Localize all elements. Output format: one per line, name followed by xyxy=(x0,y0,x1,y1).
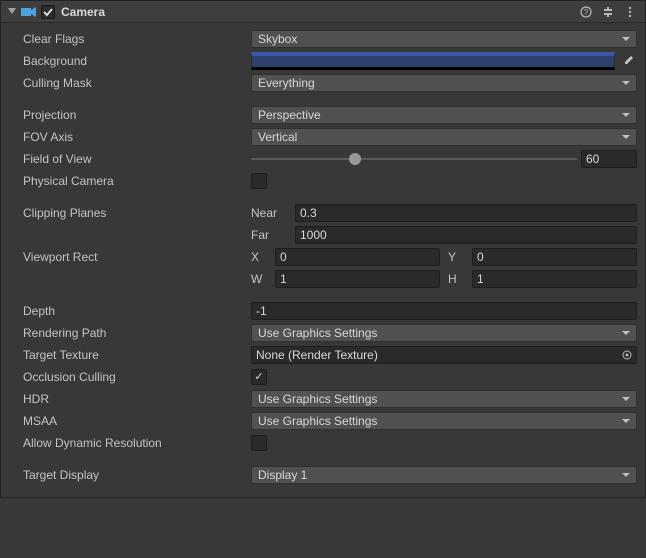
eyedropper-icon[interactable] xyxy=(619,52,637,70)
near-field[interactable]: 0.3 xyxy=(295,204,637,222)
viewport-h-label: H xyxy=(448,272,468,286)
clear-flags-dropdown[interactable]: Skybox xyxy=(251,30,637,48)
target-display-dropdown[interactable]: Display 1 xyxy=(251,466,637,484)
viewport-w-label: W xyxy=(251,272,271,286)
viewport-h-field[interactable]: 1 xyxy=(472,270,637,288)
viewport-x-field[interactable]: 0 xyxy=(275,248,440,266)
allow-dyn-res-checkbox[interactable] xyxy=(251,435,267,451)
fov-axis-dropdown[interactable]: Vertical xyxy=(251,128,637,146)
msaa-dropdown[interactable]: Use Graphics Settings xyxy=(251,412,637,430)
clear-flags-label: Clear Flags xyxy=(21,32,251,46)
target-texture-field[interactable]: None (Render Texture) xyxy=(251,346,637,364)
allow-dyn-res-label: Allow Dynamic Resolution xyxy=(21,436,251,450)
component-header: Camera ? xyxy=(1,1,645,23)
culling-mask-dropdown[interactable]: Everything xyxy=(251,74,637,92)
rendering-path-label: Rendering Path xyxy=(21,326,251,340)
occlusion-culling-checkbox[interactable] xyxy=(251,369,267,385)
component-title: Camera xyxy=(61,5,105,19)
fov-axis-label: FOV Axis xyxy=(21,130,251,144)
projection-dropdown[interactable]: Perspective xyxy=(251,106,637,124)
depth-field[interactable]: -1 xyxy=(251,302,637,320)
hdr-dropdown[interactable]: Use Graphics Settings xyxy=(251,390,637,408)
far-field[interactable]: 1000 xyxy=(295,226,637,244)
foldout-toggle[interactable] xyxy=(7,7,17,17)
physical-camera-checkbox[interactable] xyxy=(251,173,267,189)
camera-component-panel: Camera ? Clear Flags Skybox Background xyxy=(0,0,646,498)
fov-value-field[interactable]: 60 xyxy=(581,150,637,168)
background-color-field[interactable] xyxy=(251,52,615,70)
fov-label: Field of View xyxy=(21,152,251,166)
viewport-y-field[interactable]: 0 xyxy=(472,248,637,266)
near-label: Near xyxy=(251,206,291,220)
depth-label: Depth xyxy=(21,304,251,318)
msaa-label: MSAA xyxy=(21,414,251,428)
far-label: Far xyxy=(251,228,291,242)
rendering-path-dropdown[interactable]: Use Graphics Settings xyxy=(251,324,637,342)
help-icon[interactable]: ? xyxy=(577,3,595,21)
viewport-x-label: X xyxy=(251,250,271,264)
viewport-rect-label: Viewport Rect xyxy=(21,250,251,264)
projection-label: Projection xyxy=(21,108,251,122)
physical-camera-label: Physical Camera xyxy=(21,174,251,188)
context-menu-icon[interactable] xyxy=(621,3,639,21)
fov-slider[interactable] xyxy=(251,150,577,168)
component-body: Clear Flags Skybox Background Culling Ma… xyxy=(1,23,645,497)
background-label: Background xyxy=(21,54,251,68)
target-texture-label: Target Texture xyxy=(21,348,251,362)
viewport-y-label: Y xyxy=(448,250,468,264)
culling-mask-label: Culling Mask xyxy=(21,76,251,90)
clipping-planes-label: Clipping Planes xyxy=(21,206,251,220)
viewport-w-field[interactable]: 1 xyxy=(275,270,440,288)
hdr-label: HDR xyxy=(21,392,251,406)
camera-icon xyxy=(21,6,37,18)
object-picker-icon[interactable] xyxy=(620,348,634,362)
target-display-label: Target Display xyxy=(21,468,251,482)
svg-text:?: ? xyxy=(584,8,589,17)
enable-checkbox[interactable] xyxy=(41,5,55,19)
occlusion-culling-label: Occlusion Culling xyxy=(21,370,251,384)
presets-icon[interactable] xyxy=(599,3,617,21)
